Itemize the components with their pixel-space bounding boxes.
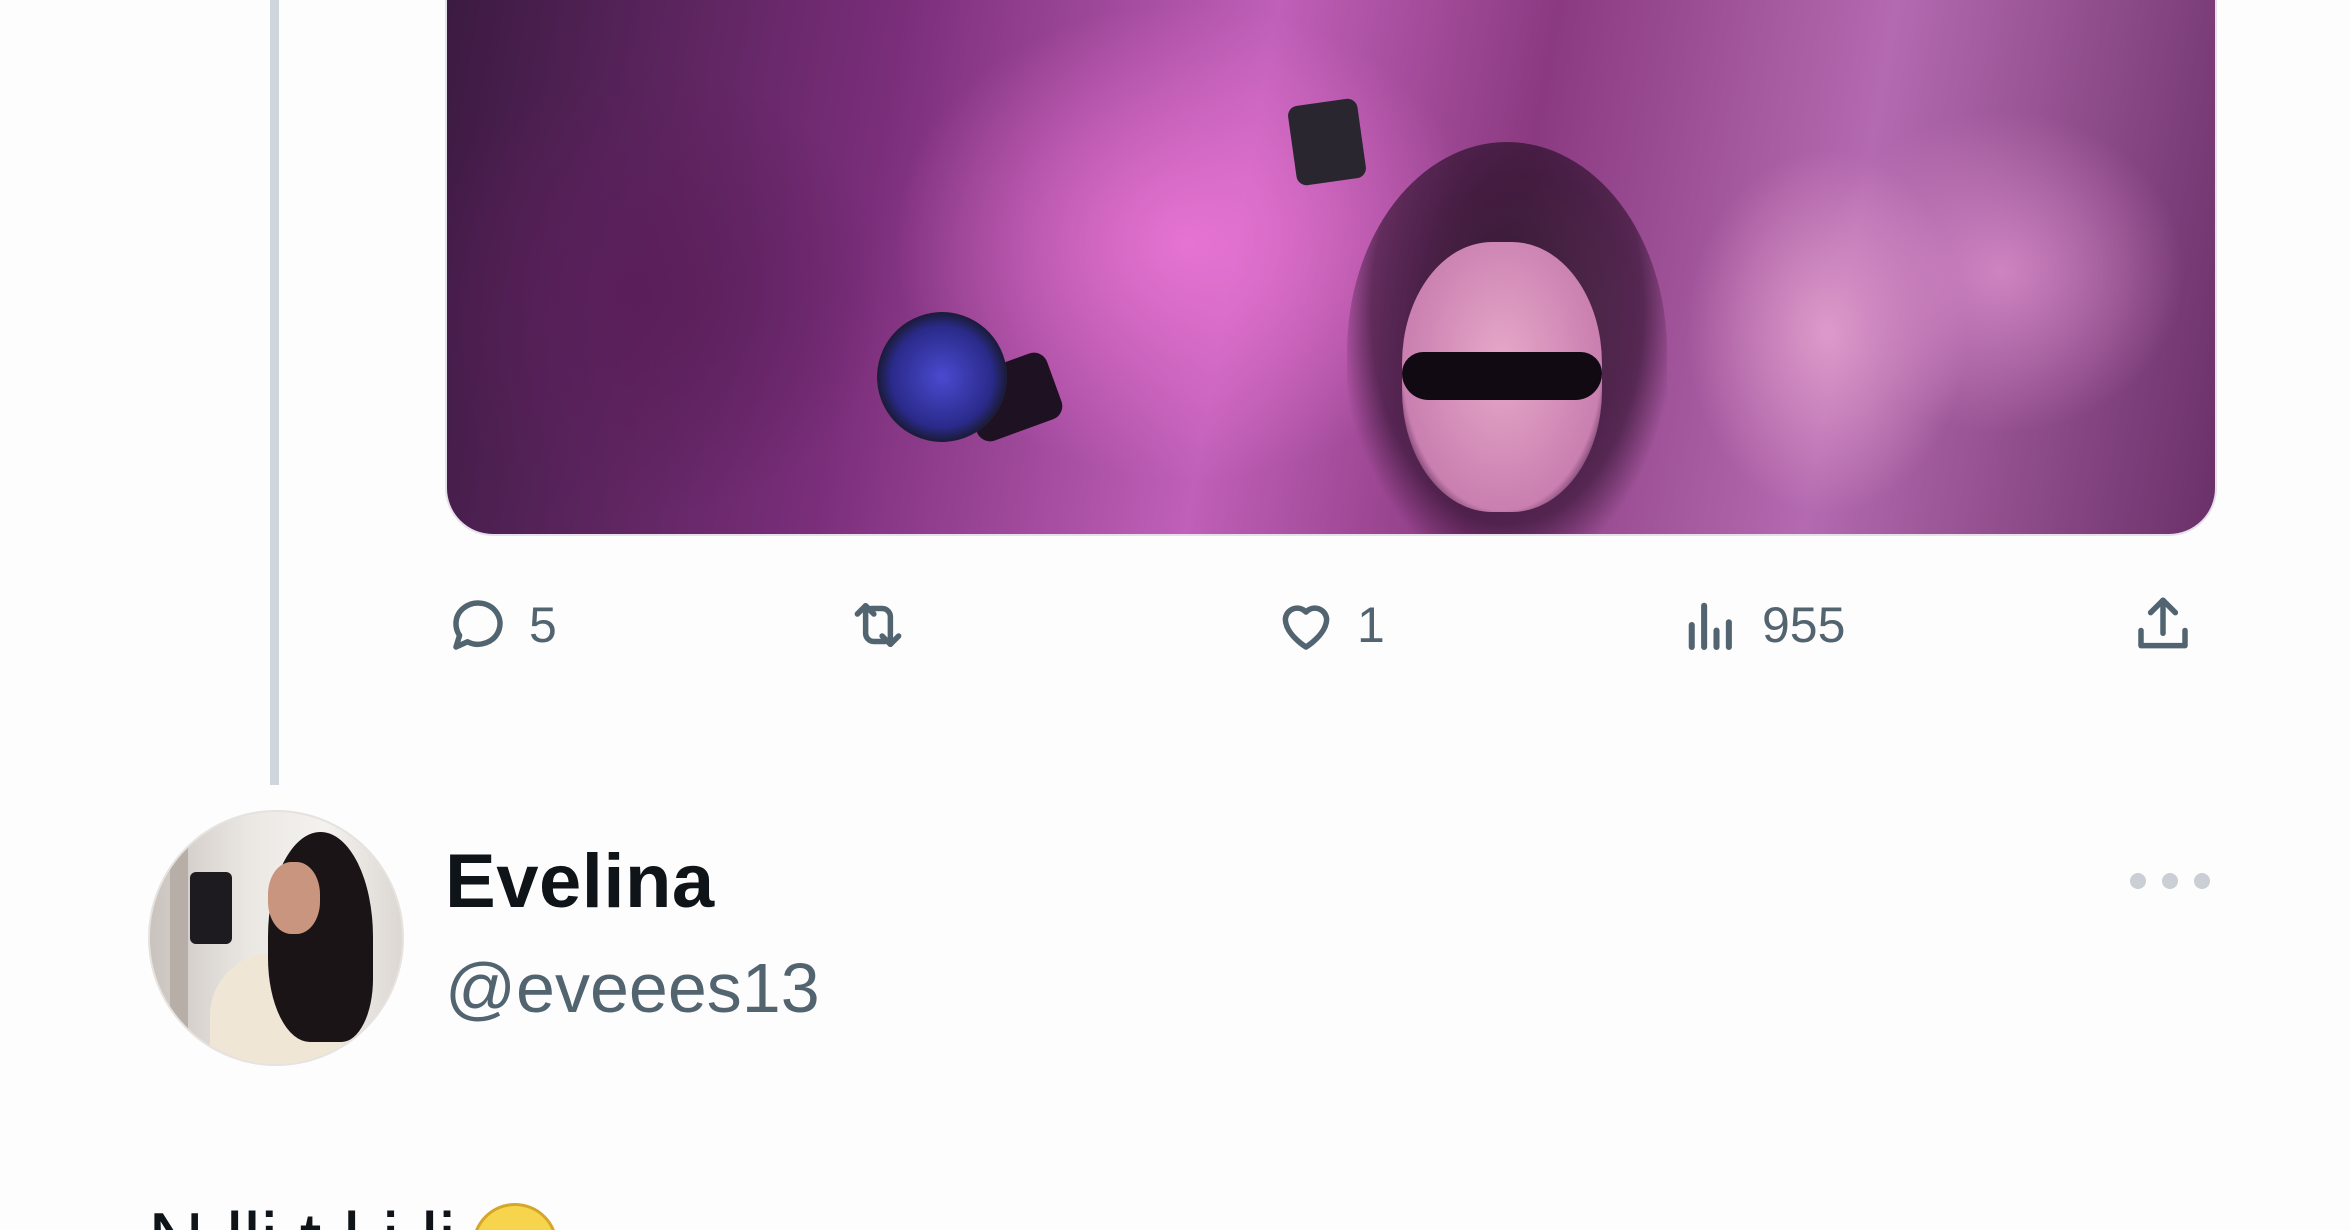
share-button[interactable] [2130,585,2196,665]
retweet-icon [845,592,911,658]
reply-count: 5 [529,597,557,653]
more-icon-dot [2162,873,2178,889]
reply-tweet-text-partial: N lli t l i li [148,1196,456,1230]
emoji-icon [471,1203,558,1230]
tweet-action-bar: 5 1 955 [445,585,2213,665]
photo-phone [1286,97,1368,187]
reply-tweet-text: N lli t l i li [148,1195,558,1230]
avatar-phone [190,872,232,944]
like-button[interactable]: 1 [1273,585,1385,665]
photo-sunglasses [1402,352,1602,400]
views-count: 955 [1762,597,1846,653]
more-icon-dot [2130,873,2146,889]
reply-author-display-name[interactable]: Evelina [445,838,715,925]
heart-icon [1273,592,1339,658]
reply-button[interactable]: 5 [445,585,557,665]
more-options-button[interactable] [2130,866,2210,896]
reply-author-handle[interactable]: @eveees13 [445,948,820,1028]
retweet-button[interactable] [845,585,929,665]
views-icon [1678,592,1744,658]
share-icon [2130,592,2196,658]
tweet-media-photo[interactable] [445,0,2217,536]
more-icon-dot [2194,873,2210,889]
avatar-figure-face [268,862,320,934]
like-count: 1 [1357,597,1385,653]
views-button[interactable]: 955 [1678,585,1845,665]
reply-icon [445,592,511,658]
tweet-thread-page: 5 1 955 Evelina @eveees13 [0,0,2350,1230]
thread-connector-line [270,0,279,785]
avatar-mirror-edge [170,842,188,1032]
reply-author-avatar[interactable] [148,810,404,1066]
